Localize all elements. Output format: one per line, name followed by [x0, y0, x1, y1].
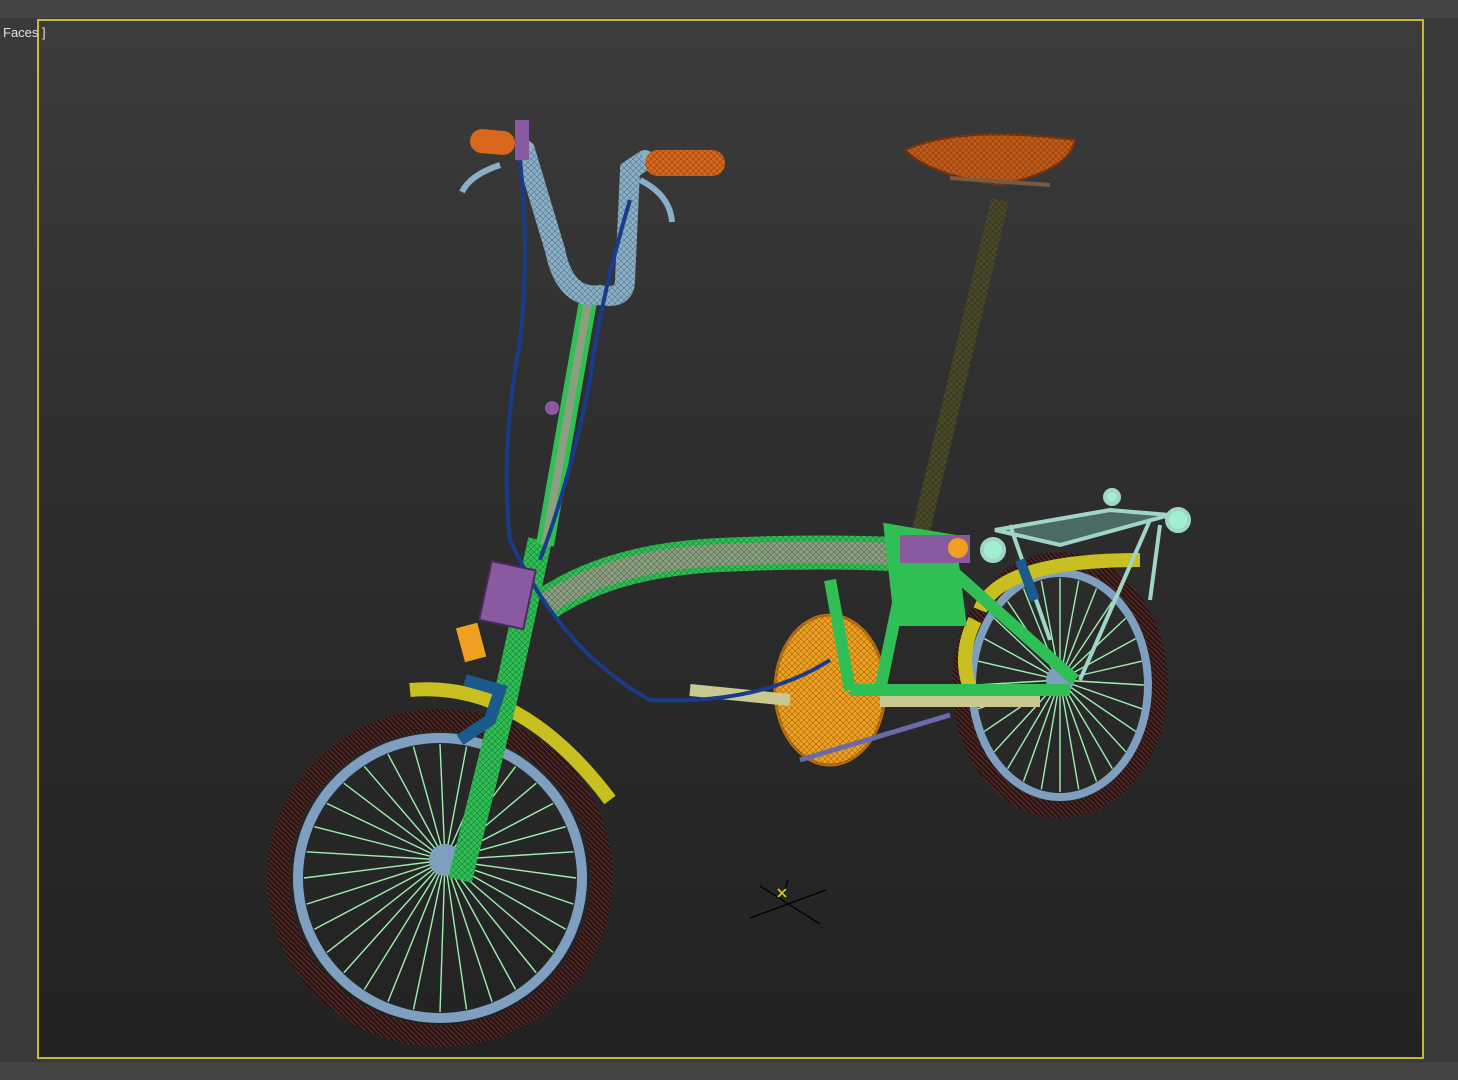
spoke: [326, 859, 446, 953]
left-shifter: [515, 120, 529, 160]
front-wheel[interactable]: [267, 709, 613, 1047]
seat-clamp: [948, 538, 968, 558]
spoke: [387, 859, 446, 1003]
front-tire: [267, 709, 613, 1047]
transform-gizmo-icon[interactable]: [749, 879, 827, 925]
spoke: [314, 826, 446, 861]
spoke: [363, 859, 446, 990]
left-grip: [470, 129, 515, 155]
front-spokes: [303, 743, 577, 1013]
front-reflector: [455, 622, 487, 663]
spoke: [343, 859, 446, 974]
spoke: [306, 851, 446, 861]
right-brake-lever: [638, 177, 675, 223]
spoke: [303, 859, 446, 879]
spoke: [363, 766, 446, 861]
spoke: [343, 782, 446, 861]
spoke: [314, 859, 446, 930]
saddle[interactable]: [903, 133, 1077, 187]
spoke: [387, 753, 446, 861]
spoke: [444, 859, 517, 990]
bicycle-model[interactable]: [0, 0, 1458, 1080]
spoke: [326, 802, 446, 861]
front-rim: [293, 733, 587, 1023]
stem-bolt: [545, 401, 559, 415]
left-brake-lever: [459, 162, 501, 194]
spoke: [306, 859, 446, 905]
